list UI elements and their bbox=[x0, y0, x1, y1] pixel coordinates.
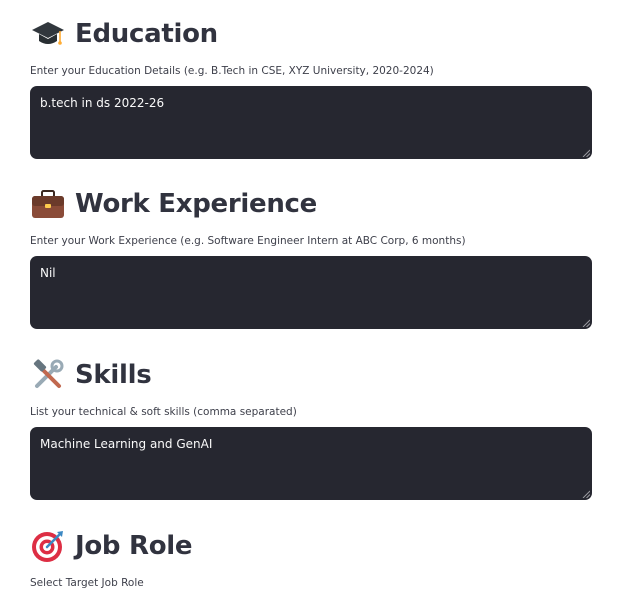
work-section: Work Experience Enter your Work Experien… bbox=[30, 184, 592, 329]
education-label: Enter your Education Details (e.g. B.Tec… bbox=[30, 65, 434, 77]
hammer-wrench-icon bbox=[30, 357, 66, 393]
work-value: Nil bbox=[40, 266, 56, 280]
skills-label: List your technical & soft skills (comma… bbox=[30, 406, 297, 418]
education-section: Education Enter your Education Details (… bbox=[30, 14, 592, 159]
skills-textarea[interactable]: Machine Learning and GenAI bbox=[30, 427, 592, 500]
skills-heading: Skills bbox=[30, 355, 592, 395]
work-title: Work Experience bbox=[75, 189, 317, 219]
graduation-cap-icon bbox=[30, 16, 66, 52]
direct-hit-target-icon bbox=[30, 528, 66, 564]
resize-handle-icon[interactable] bbox=[582, 319, 590, 327]
work-heading: Work Experience bbox=[30, 184, 592, 224]
resume-form-page: Education Enter your Education Details (… bbox=[0, 0, 629, 597]
briefcase-icon bbox=[30, 186, 66, 222]
skills-value: Machine Learning and GenAI bbox=[40, 437, 213, 451]
skills-section: Skills List your technical & soft skills… bbox=[30, 355, 592, 500]
resize-handle-icon[interactable] bbox=[582, 490, 590, 498]
skills-title: Skills bbox=[75, 360, 152, 390]
work-label: Enter your Work Experience (e.g. Softwar… bbox=[30, 235, 466, 247]
education-textarea[interactable]: b.tech in ds 2022-26 bbox=[30, 86, 592, 159]
job-role-label: Select Target Job Role bbox=[30, 577, 144, 589]
education-heading: Education bbox=[30, 14, 592, 54]
education-value: b.tech in ds 2022-26 bbox=[40, 96, 165, 110]
resize-handle-icon[interactable] bbox=[582, 149, 590, 157]
job-role-heading: Job Role bbox=[30, 526, 592, 566]
job-role-section: Job Role Select Target Job Role bbox=[30, 526, 592, 589]
work-textarea[interactable]: Nil bbox=[30, 256, 592, 329]
job-role-title: Job Role bbox=[75, 531, 193, 561]
education-title: Education bbox=[75, 19, 218, 49]
